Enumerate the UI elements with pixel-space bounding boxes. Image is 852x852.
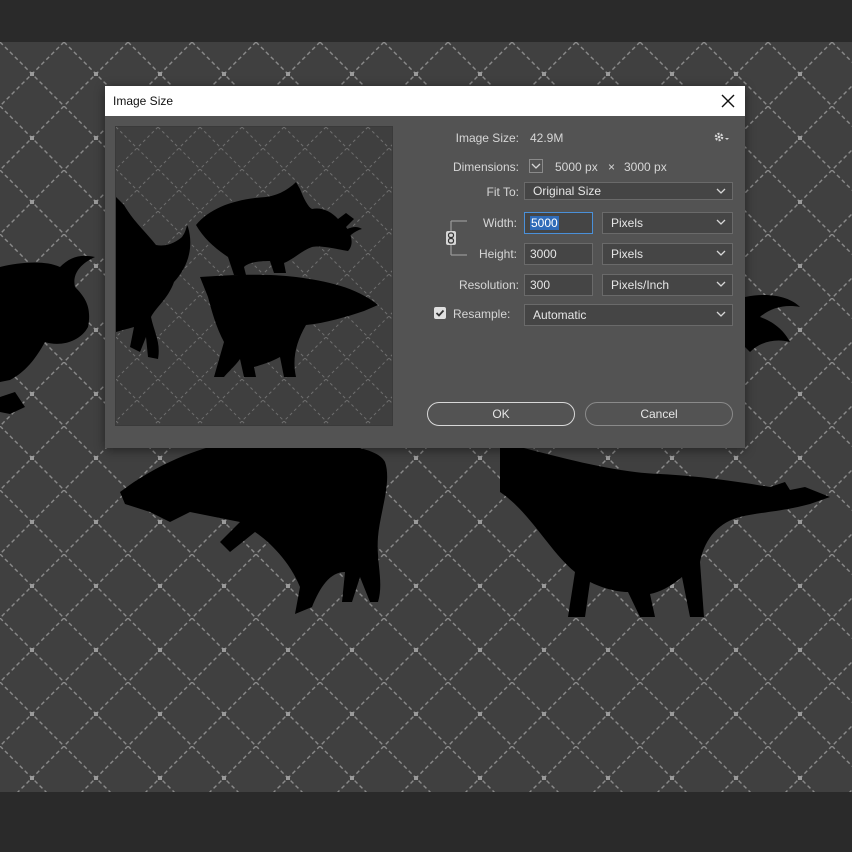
resolution-unit-select[interactable]: Pixels/Inch	[602, 274, 733, 296]
dimensions-label: Dimensions:	[452, 160, 519, 174]
width-unit-value: Pixels	[611, 216, 644, 230]
preview-image	[116, 127, 392, 425]
close-icon	[721, 94, 735, 108]
height-value: 3000	[530, 247, 557, 261]
dimensions-unit-dropdown[interactable]	[529, 159, 543, 173]
fit-to-select[interactable]: Original Size	[524, 182, 733, 200]
image-size-dialog: Image Size Image Size: 42.9M Dimensions:…	[105, 86, 745, 448]
image-size-value: 42.9M	[530, 131, 564, 145]
chevron-down-icon	[716, 250, 726, 256]
image-size-label: Image Size:	[455, 131, 519, 145]
dimensions-width: 5000 px	[555, 160, 598, 174]
width-input[interactable]: 5000	[524, 212, 593, 234]
ok-button[interactable]: OK	[427, 402, 575, 426]
height-unit-select[interactable]: Pixels	[602, 243, 733, 265]
height-label: Height:	[478, 247, 517, 261]
chevron-down-icon	[716, 281, 726, 287]
dimensions-times: ×	[608, 160, 616, 174]
fit-to-label: Fit To:	[486, 185, 519, 199]
chevron-down-icon	[716, 219, 726, 225]
image-preview[interactable]	[115, 126, 393, 426]
chevron-down-icon	[531, 163, 541, 169]
resolution-label: Resolution:	[458, 278, 519, 292]
checkmark-icon	[435, 309, 445, 317]
resample-label: Resample:	[453, 307, 511, 321]
dialog-titlebar: Image Size	[105, 86, 745, 116]
dialog-title: Image Size	[113, 94, 174, 108]
width-unit-select[interactable]: Pixels	[602, 212, 733, 234]
fit-to-value: Original Size	[533, 184, 602, 198]
chevron-down-icon	[716, 188, 726, 194]
cancel-button[interactable]: Cancel	[585, 402, 733, 426]
resolution-input[interactable]: 300	[524, 274, 593, 296]
resample-value: Automatic	[533, 308, 587, 322]
gear-icon	[714, 132, 729, 142]
chevron-down-icon	[716, 311, 726, 317]
resample-select[interactable]: Automatic	[524, 304, 733, 326]
resample-checkbox[interactable]	[434, 307, 446, 319]
close-button[interactable]	[717, 90, 739, 112]
height-unit-value: Pixels	[611, 247, 644, 261]
settings-menu-button[interactable]	[713, 130, 731, 147]
width-value: 5000	[530, 216, 559, 230]
resolution-unit-value: Pixels/Inch	[611, 278, 670, 292]
width-label: Width:	[482, 216, 517, 230]
resolution-value: 300	[530, 278, 551, 292]
height-input[interactable]: 3000	[524, 243, 593, 265]
dimensions-height: 3000 px	[624, 160, 667, 174]
